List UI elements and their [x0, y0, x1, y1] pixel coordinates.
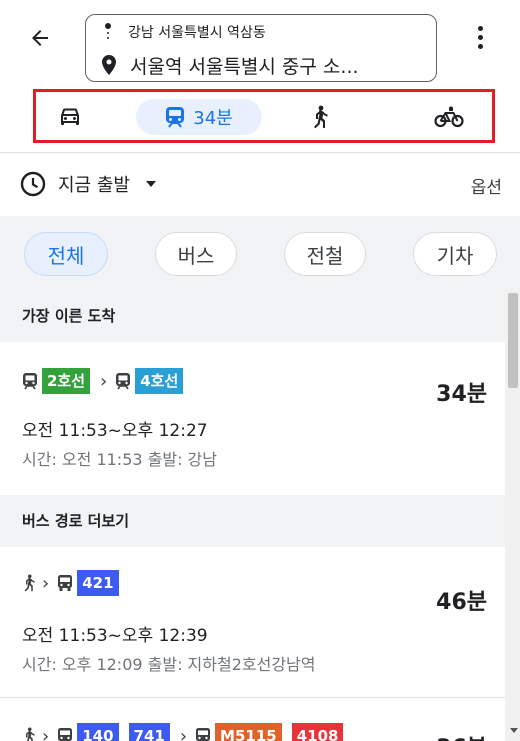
train-icon: [166, 107, 185, 128]
route-duration: 34분: [436, 382, 487, 407]
destination-row[interactable]: 서울역 서울특별시 중구 소...: [102, 51, 359, 79]
directions-header: 강남 서울특별시 역삼동 서울역 서울특별시 중구 소... 34분: [0, 0, 520, 152]
subway-icon: [23, 373, 37, 390]
subway-icon: [116, 373, 131, 390]
chip-bus[interactable]: 버스: [155, 232, 237, 276]
route-card[interactable]: 2호선 › 4호선 34분 오전 11:53~오후 12:27 시간: 오전 1…: [0, 342, 505, 492]
caret-down-icon: [145, 181, 156, 187]
route-time-range: 오전 11:53~오후 12:39: [22, 626, 208, 646]
back-button[interactable]: [24, 22, 56, 54]
clock-icon: [20, 171, 46, 197]
chevron-right-icon: ›: [179, 725, 188, 741]
route-departure-detail: 시간: 오후 12:09 출발: 지하철2호선강남역: [22, 655, 316, 674]
transit-filter-chips: 전체 버스 전철 기차: [0, 216, 520, 290]
route-input-box[interactable]: 강남 서울특별시 역삼동 서울역 서울특별시 중구 소...: [85, 14, 437, 82]
mode-driving-tab[interactable]: [52, 99, 88, 135]
origin-text: 강남 서울특별시 역삼동: [128, 25, 266, 41]
origin-dot-icon: [102, 21, 114, 43]
scroll-down-arrow-icon[interactable]: [510, 728, 518, 733]
mode-transit-tab[interactable]: 34분: [136, 99, 262, 135]
more-options-button[interactable]: [468, 22, 492, 52]
depart-time-row: 지금 출발 옵션: [0, 153, 520, 215]
bus-number-badge: M5115: [215, 723, 282, 741]
route-card[interactable]: › 421 46분 오전 11:53~오후 12:39 시간: 오후 12:09…: [0, 547, 505, 695]
chevron-right-icon: ›: [42, 572, 50, 594]
route-time-range: 오전 11:53~오후 12:27: [22, 421, 208, 441]
route-legs: › 421: [22, 569, 119, 597]
more-dot: [477, 43, 483, 49]
section-header-earliest: 가장 이른 도착: [0, 290, 520, 342]
bus-number-badge: 741: [128, 723, 170, 741]
depart-time-dropdown[interactable]: 지금 출발: [20, 169, 156, 199]
chip-subway[interactable]: 전철: [284, 232, 366, 276]
car-icon: [61, 108, 79, 125]
line-badge: 4호선: [135, 368, 184, 394]
bus-number-badge: 140: [77, 723, 119, 741]
walk-icon: [314, 105, 328, 129]
arrow-back-icon: [32, 30, 48, 46]
route-card[interactable]: › 140 741 › M5115 4108 36분: [0, 698, 505, 741]
more-dot: [477, 34, 483, 40]
bus-icon: [58, 728, 73, 741]
travel-mode-bar: 34분: [33, 89, 495, 143]
transit-duration: 34분: [193, 108, 233, 129]
bike-icon: [434, 106, 464, 128]
route-duration: 46분: [436, 590, 487, 615]
chip-all[interactable]: 전체: [24, 232, 108, 276]
more-dot: [477, 25, 483, 31]
bus-number-badge: 421: [77, 570, 119, 596]
route-departure-detail: 시간: 오전 11:53 출발: 강남: [22, 450, 217, 469]
section-header-more-bus: 버스 경로 더보기: [0, 495, 520, 547]
mode-walking-tab[interactable]: [302, 99, 338, 135]
destination-text: 서울역 서울특별시 중구 소...: [130, 55, 359, 78]
origin-row[interactable]: 강남 서울특별시 역삼동: [102, 21, 266, 43]
bus-icon: [58, 575, 73, 591]
line-badge: 2호선: [42, 368, 91, 394]
location-pin-icon: [102, 55, 116, 75]
mode-cycling-tab[interactable]: [429, 99, 469, 135]
route-legs: › 140 741 › M5115 4108: [22, 722, 344, 741]
scrollbar-thumb[interactable]: [508, 293, 518, 388]
depart-time-label: 지금 출발: [58, 175, 130, 196]
walk-icon: [24, 574, 35, 592]
options-button[interactable]: 옵션: [471, 173, 502, 198]
chevron-right-icon: ›: [42, 725, 50, 741]
route-duration: 36분: [436, 730, 487, 741]
bus-icon: [196, 728, 211, 741]
route-legs: 2호선 › 4호선: [22, 367, 184, 395]
chip-train[interactable]: 기차: [413, 232, 497, 276]
walk-icon: [26, 727, 35, 741]
chevron-right-icon: ›: [100, 370, 108, 392]
bus-number-badge: 4108: [291, 723, 344, 741]
